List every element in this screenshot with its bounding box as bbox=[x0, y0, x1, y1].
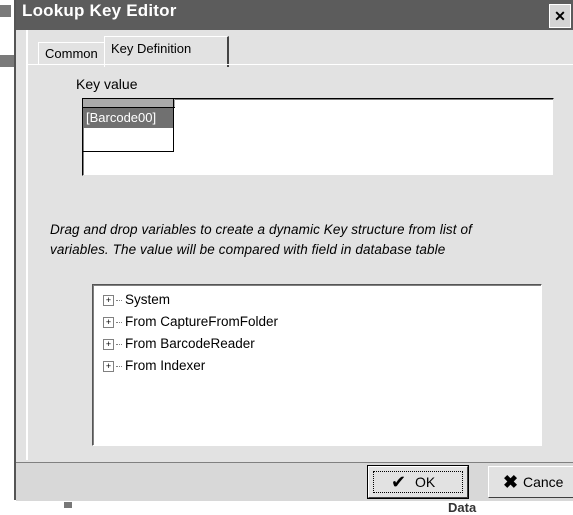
background-bar bbox=[0, 5, 11, 17]
lookup-key-editor-dialog: Lookup Key Editor ✕ Common Key Definitio… bbox=[14, 0, 573, 501]
background-mark bbox=[64, 502, 72, 508]
instructions-line: Drag and drop variables to create a dyna… bbox=[50, 222, 472, 237]
expand-icon[interactable]: + bbox=[103, 316, 114, 328]
key-value-drop-area[interactable]: [Barcode00] bbox=[82, 98, 554, 176]
tree-node-label: From BarcodeReader bbox=[125, 336, 255, 351]
tree-connector bbox=[116, 299, 122, 301]
dialog-footer: ✔ OK ✖ Cance bbox=[16, 462, 573, 501]
instructions-line: variables. The value will be compared wi… bbox=[50, 242, 446, 257]
tree-connector bbox=[116, 365, 122, 367]
background-window-edge bbox=[0, 0, 14, 510]
x-icon: ✖ bbox=[503, 472, 519, 492]
tree-connector bbox=[116, 343, 122, 345]
grid-line bbox=[83, 151, 174, 152]
cancel-button[interactable]: ✖ Cance bbox=[488, 466, 573, 498]
check-icon: ✔ bbox=[391, 472, 407, 492]
tree-node-from-barcodereader[interactable]: + From BarcodeReader bbox=[103, 333, 255, 355]
key-item[interactable]: [Barcode00] bbox=[83, 108, 174, 128]
dialog-client-area: Common Key Definition Key value [Barcode… bbox=[26, 30, 573, 460]
tree-node-from-indexer[interactable]: + From Indexer bbox=[103, 355, 205, 377]
expand-icon[interactable]: + bbox=[103, 294, 114, 306]
tab-common[interactable]: Common bbox=[38, 42, 109, 65]
background-window-text: Data bbox=[448, 500, 477, 515]
instructions-text: Drag and drop variables to create a dyna… bbox=[50, 220, 570, 260]
tree-connector bbox=[116, 321, 122, 323]
tree-node-label: System bbox=[125, 292, 171, 307]
tree-node-label: From Indexer bbox=[125, 358, 206, 373]
window-title: Lookup Key Editor bbox=[22, 1, 177, 20]
tree-node-label: From CaptureFromFolder bbox=[125, 314, 279, 329]
tab-key-definition[interactable]: Key Definition bbox=[104, 36, 229, 67]
grid-line bbox=[173, 99, 174, 151]
ok-button[interactable]: ✔ OK bbox=[367, 465, 469, 499]
title-bar[interactable]: Lookup Key Editor ✕ bbox=[16, 0, 573, 30]
expand-icon[interactable]: + bbox=[103, 338, 114, 350]
tree-node-from-capturefromfolder[interactable]: + From CaptureFromFolder bbox=[103, 311, 278, 333]
key-value-label: Key value bbox=[76, 76, 138, 92]
ok-button-label: OK bbox=[415, 474, 436, 490]
cancel-button-label: Cance bbox=[523, 474, 564, 490]
expand-icon[interactable]: + bbox=[103, 360, 114, 372]
background-bar bbox=[0, 55, 14, 67]
tree-node-system[interactable]: + System bbox=[103, 289, 170, 311]
key-column-header bbox=[83, 99, 175, 108]
close-icon[interactable]: ✕ bbox=[549, 4, 571, 28]
variables-tree[interactable]: + System + From CaptureFromFolder + From Ba… bbox=[92, 284, 542, 446]
